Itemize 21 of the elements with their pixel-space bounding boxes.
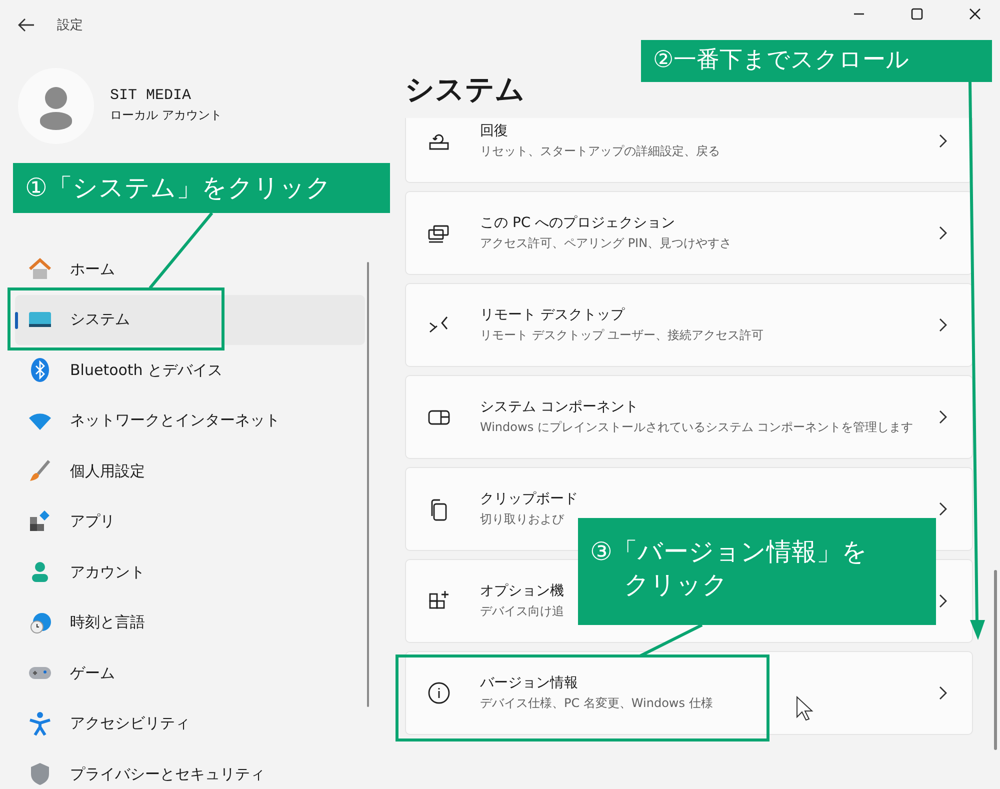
card-description: 切り取りおよび <box>480 511 564 528</box>
card-description: リセット、スタートアップの詳細設定、戻る <box>480 143 720 160</box>
card-title: システム コンポーネント <box>480 398 638 416</box>
callout-line: クリック <box>624 568 728 600</box>
callout-tooltip: ①「システム」をクリック <box>13 163 390 213</box>
window-title: 設定 <box>57 17 83 34</box>
user-name: SIT MEDIA <box>110 86 192 104</box>
card-title: クリップボード <box>480 490 578 508</box>
card-description: デバイス向け追 <box>480 603 564 620</box>
card-title: 回復 <box>480 122 508 140</box>
card-description: デバイス仕様、PC 名変更、Windows 仕様 <box>480 695 713 712</box>
page-title: システム <box>405 71 525 108</box>
callout-tooltip: ②一番下までスクロール <box>641 40 992 82</box>
card-description: リモート デスクトップ ユーザー、接続アクセス許可 <box>480 327 764 344</box>
card-title: リモート デスクトップ <box>480 306 624 324</box>
account-type: ローカル アカウント <box>110 106 222 124</box>
card-description: アクセス許可、ペアリング PIN、見つけやすさ <box>480 235 732 252</box>
card-title: バージョン情報 <box>480 674 578 692</box>
card-title: オプション機 <box>480 582 564 600</box>
card-title: この PC へのプロジェクション <box>480 214 676 232</box>
card-description: Windows にプレインストールされているシステム コンポーネントを管理します <box>480 419 914 436</box>
